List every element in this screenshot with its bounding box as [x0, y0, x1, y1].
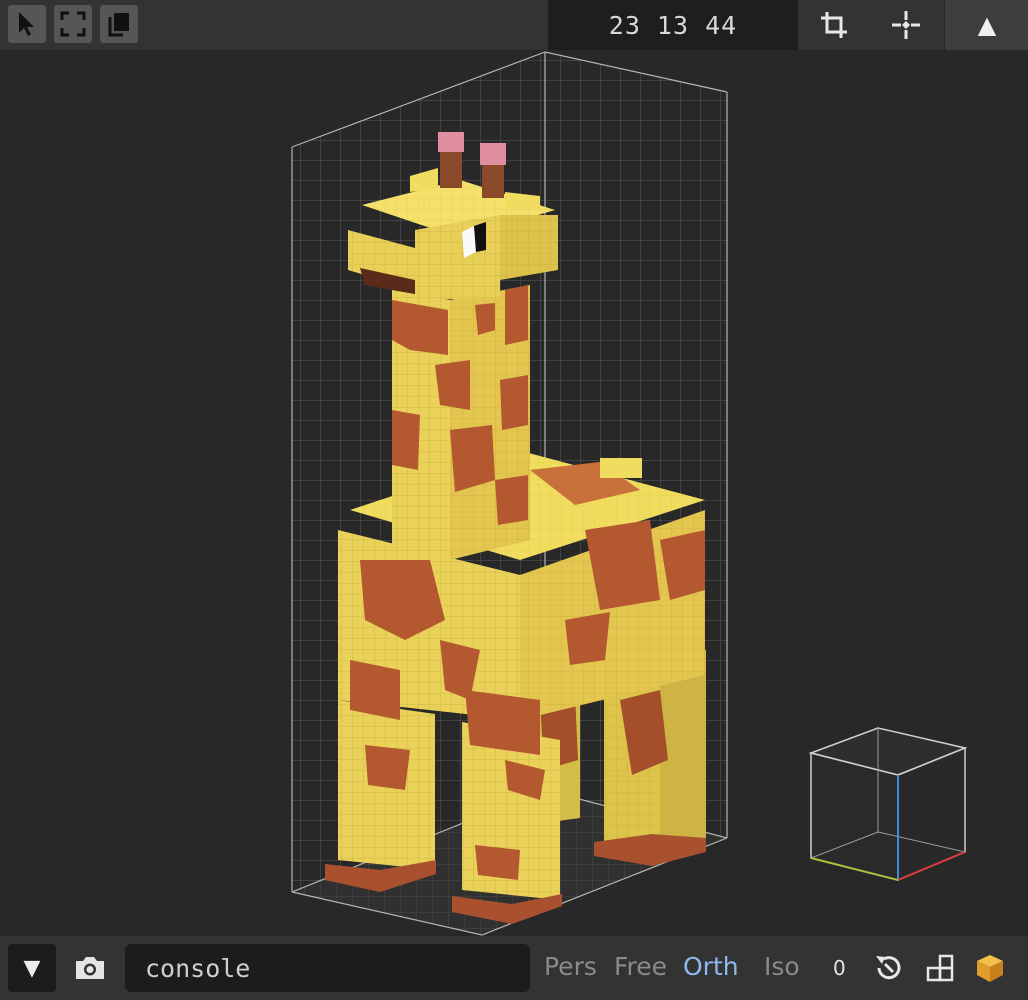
- crop-button[interactable]: [812, 0, 856, 50]
- view-counter: 0: [833, 956, 846, 980]
- console-input[interactable]: [125, 944, 530, 992]
- expand-panel-button[interactable]: ▲: [944, 0, 1028, 50]
- copy-tool-button[interactable]: [100, 5, 138, 43]
- crop-icon: [821, 12, 847, 38]
- collapse-panel-button[interactable]: ▼: [8, 944, 56, 992]
- voxel-cube-icon: [977, 955, 1003, 982]
- triangle-up-icon: ▲: [977, 11, 997, 39]
- copy-pages-icon: [108, 13, 129, 37]
- model-dimensions: 23 13 44: [548, 0, 798, 50]
- layout-button[interactable]: [920, 948, 960, 988]
- move-center-icon: [892, 11, 920, 39]
- triangle-down-icon: ▼: [23, 955, 41, 981]
- center-button[interactable]: [884, 0, 928, 50]
- select-tool-button[interactable]: [8, 5, 46, 43]
- reset-view-button[interactable]: [869, 948, 909, 988]
- view-mode-orth[interactable]: Orth: [683, 952, 739, 981]
- selection-frame-icon: [60, 11, 86, 37]
- voxel-model-button[interactable]: [970, 948, 1010, 988]
- cursor-arrow-icon: [19, 12, 34, 36]
- reset-view-icon: [876, 956, 901, 980]
- orientation-gizmo[interactable]: [808, 727, 968, 882]
- marquee-tool-button[interactable]: [54, 5, 92, 43]
- layout-blocks-icon: [926, 954, 954, 982]
- view-mode-pers[interactable]: Pers: [544, 952, 597, 981]
- viewport-scene: [291, 51, 968, 936]
- view-mode-iso[interactable]: Iso: [764, 952, 800, 981]
- top-toolbar: [0, 0, 1028, 50]
- camera-icon: [76, 957, 104, 979]
- voxel-viewport[interactable]: [0, 50, 1028, 936]
- view-mode-free[interactable]: Free: [614, 952, 667, 981]
- snapshot-button[interactable]: [66, 944, 114, 992]
